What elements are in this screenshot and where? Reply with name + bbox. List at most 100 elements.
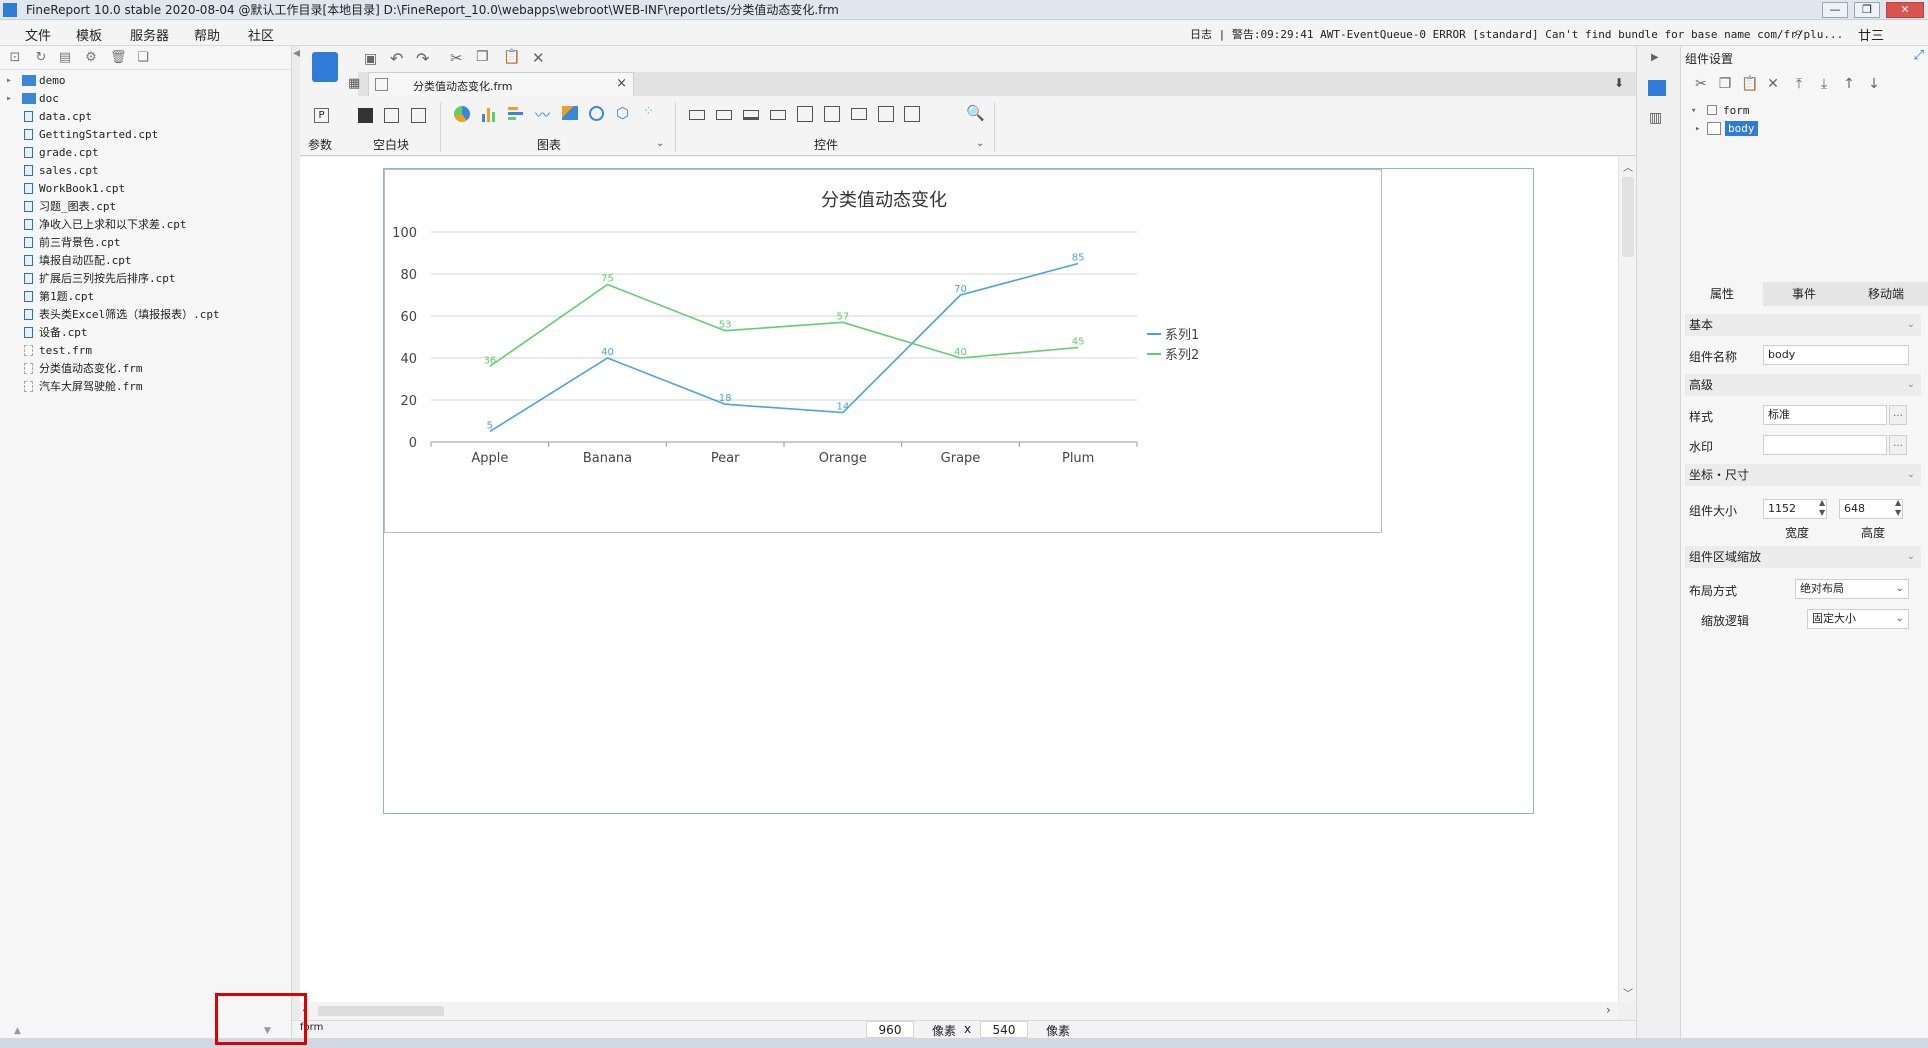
maximize-button[interactable]: ❐ (1854, 2, 1880, 18)
undo-icon[interactable]: ↶ (390, 49, 403, 68)
canvas-width-input[interactable]: 960 (866, 1021, 914, 1038)
scatter-chart-icon[interactable]: ⁘ (643, 104, 654, 119)
tree-item[interactable]: 前三背景色.cpt (0, 234, 290, 252)
widget-label-icon[interactable] (689, 110, 705, 120)
widget-combo-icon[interactable] (770, 110, 786, 120)
tree-item[interactable]: 净收入已上求和以下求差.cpt (0, 216, 290, 234)
style-input[interactable]: 标准 (1763, 405, 1887, 425)
copy-icon[interactable]: ❏ (136, 51, 150, 65)
section-advanced[interactable]: 高级 ⌄ (1685, 374, 1921, 396)
scale-select[interactable]: 固定大小 ⌄ (1807, 609, 1909, 629)
block-grid-icon[interactable] (411, 108, 426, 123)
widget-number-icon[interactable] (851, 108, 867, 120)
refresh-icon[interactable]: ↻ (34, 51, 48, 65)
collapse-right-icon[interactable]: ▶ (1651, 52, 1659, 63)
tree-item[interactable]: test.frm (0, 342, 290, 360)
view-icon[interactable]: ▤ (58, 51, 72, 65)
watermark-input[interactable] (1763, 435, 1887, 455)
rp-cut-icon[interactable]: ✂ (1693, 76, 1709, 92)
tree-expand-icon[interactable]: ▸ (6, 72, 12, 90)
move-down-icon[interactable]: ↓ (1866, 76, 1882, 92)
widget-button-icon[interactable] (716, 110, 732, 120)
param-icon[interactable]: P (314, 108, 329, 123)
widget-search-icon[interactable]: 🔍 (966, 104, 985, 122)
tree-item[interactable]: sales.cpt (0, 162, 290, 180)
tab-mobile[interactable]: 移动端 (1845, 282, 1927, 306)
component-settings-icon[interactable] (1648, 80, 1666, 96)
width-input[interactable]: 1152 (1763, 499, 1827, 519)
widget-textbox-icon[interactable] (743, 110, 759, 120)
tree-child-label[interactable]: body (1725, 121, 1758, 136)
paste-icon[interactable]: 📋 (503, 49, 520, 65)
delete-tool-icon[interactable]: ✕ (532, 49, 545, 67)
rp-copy-icon[interactable]: ❐ (1717, 76, 1733, 92)
radar-chart-icon[interactable]: ⬡ (616, 104, 629, 122)
tree-item[interactable]: 扩展后三列按先后排序.cpt (0, 270, 290, 288)
tree-item[interactable]: GettingStarted.cpt (0, 126, 290, 144)
menu-server[interactable]: 服务器 (130, 25, 169, 44)
form-body[interactable]: 分类值动态变化 0 20 40 60 80 100 Apple Banana Pear Orange… (383, 168, 1534, 814)
tree-item[interactable]: ▸ doc (0, 90, 290, 108)
canvas-height-input[interactable]: 540 (980, 1021, 1028, 1038)
area-chart-icon[interactable] (562, 106, 578, 120)
tree-item[interactable]: WorkBook1.cpt (0, 180, 290, 198)
tree-expand-icon[interactable]: ▸ (6, 90, 12, 108)
widget-date-icon[interactable] (797, 106, 813, 122)
tree-item[interactable]: 设备.cpt (0, 324, 290, 342)
vertical-scrollbar[interactable]: ︿ ﹀ (1618, 157, 1636, 1002)
scroll-down-arrow[interactable]: ﹀ (1623, 985, 1633, 1000)
settings-icon[interactable]: ⚙ (84, 51, 98, 65)
section-zoom[interactable]: 组件区域缩放 ⌄ (1685, 546, 1921, 568)
tab-events[interactable]: 事件 (1763, 282, 1845, 306)
tree-child-expand-icon[interactable]: ▸ (1695, 124, 1700, 134)
tree-root-label[interactable]: form (1711, 104, 1750, 117)
layout-select[interactable]: 绝对布局 ⌄ (1795, 579, 1909, 599)
widget-checkbox-icon[interactable] (878, 106, 894, 122)
layout-panel-icon[interactable]: ▥ (1649, 110, 1662, 126)
tree-item[interactable]: data.cpt (0, 108, 290, 126)
tab-current-template[interactable]: 分类值动态变化.frm × (368, 72, 634, 96)
save-icon[interactable]: ▣ (364, 51, 377, 67)
tree-item[interactable]: ▸ demo (0, 72, 290, 90)
redo-icon[interactable]: ↷ (416, 49, 429, 68)
horizontal-bar-icon[interactable] (508, 106, 524, 122)
pie-chart-icon[interactable] (454, 106, 470, 122)
menu-community[interactable]: 社区 (248, 25, 274, 44)
name-input[interactable]: body (1763, 345, 1909, 365)
expand-icon[interactable]: ⬇ (1614, 76, 1624, 90)
tree-expand-icon[interactable]: ▾ (1691, 106, 1696, 116)
scroll-right-arrow[interactable]: › (1606, 1003, 1611, 1017)
scroll-up-icon[interactable]: ▲ (14, 1026, 21, 1036)
rp-delete-icon[interactable]: ✕ (1765, 76, 1781, 92)
cut-icon[interactable]: ✂ (450, 49, 463, 67)
tree-item[interactable]: 习题_图表.cpt (0, 198, 290, 216)
tree-item[interactable]: 第1题.cpt (0, 288, 290, 306)
height-input[interactable]: 648 (1839, 499, 1903, 519)
delete-icon[interactable]: 🗑 (110, 51, 127, 65)
menu-help[interactable]: 帮助 (194, 25, 220, 44)
move-bottom-icon[interactable]: ⤓ (1816, 76, 1832, 92)
widget-calendar-icon[interactable] (824, 106, 840, 122)
rp-paste-icon[interactable]: 📋 (1741, 76, 1758, 92)
chart-widget[interactable]: 分类值动态变化 0 20 40 60 80 100 Apple Banana Pear Orange… (384, 169, 1382, 533)
line-chart-icon[interactable]: 〰 (535, 104, 550, 125)
move-up-icon[interactable]: ↑ (1841, 76, 1857, 92)
move-top-icon[interactable]: ⤒ (1791, 76, 1807, 92)
horizontal-scrollbar[interactable]: ‹ › (300, 1002, 1618, 1020)
tree-item[interactable]: grade.cpt (0, 144, 290, 162)
menu-file[interactable]: 文件 (25, 25, 51, 44)
search-icon[interactable]: ⌕ (1794, 23, 1802, 41)
menu-template[interactable]: 模板 (76, 25, 102, 44)
block-dark-icon[interactable] (358, 108, 373, 123)
close-window-button[interactable]: ✕ (1886, 2, 1924, 18)
scroll-up-arrow[interactable]: ︿ (1623, 159, 1633, 174)
pin-icon[interactable]: ⤢ (1914, 48, 1924, 63)
height-stepper-icon[interactable]: ▲ ▼ (1895, 498, 1901, 518)
minimize-button[interactable]: — (1822, 2, 1848, 18)
new-folder-icon[interactable]: ⊡ (8, 51, 22, 65)
vertical-scroll-thumb[interactable] (1622, 177, 1634, 257)
design-canvas[interactable]: 分类值动态变化 0 20 40 60 80 100 Apple Banana Pear Orange… (300, 157, 1618, 1002)
tab-close-button[interactable]: × (616, 76, 627, 91)
tab-properties[interactable]: 属性 (1681, 282, 1763, 306)
width-stepper-icon[interactable]: ▲ ▼ (1819, 498, 1825, 518)
